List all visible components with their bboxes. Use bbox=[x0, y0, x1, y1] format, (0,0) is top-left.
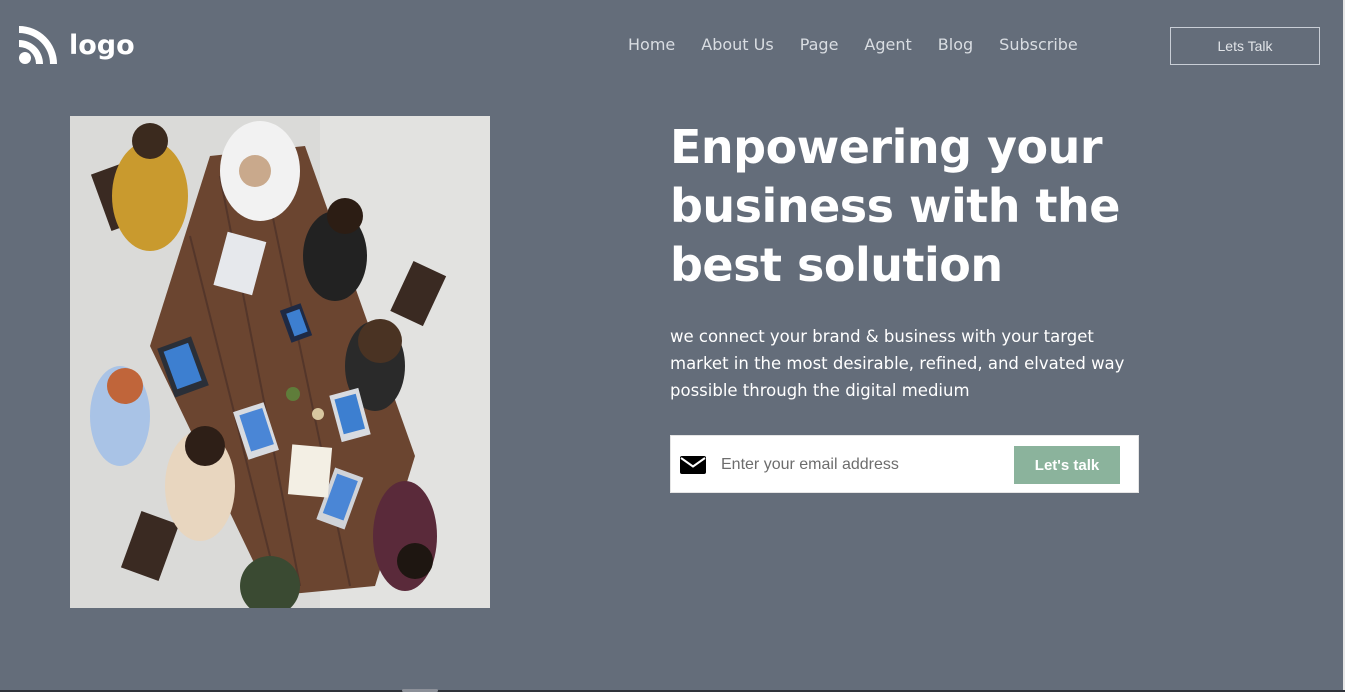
envelope-icon bbox=[680, 456, 706, 474]
wifi-arc-logo-icon bbox=[19, 26, 57, 64]
nav-agent[interactable]: Agent bbox=[864, 35, 911, 55]
team-meeting-photo bbox=[70, 116, 490, 608]
team-meeting-illustration bbox=[70, 116, 490, 608]
lets-talk-submit-button[interactable]: Let's talk bbox=[1014, 446, 1120, 484]
email-input[interactable] bbox=[721, 452, 1001, 478]
lets-talk-header-button[interactable]: Lets Talk bbox=[1170, 27, 1320, 65]
main-nav: Home About Us Page Agent Blog Subscribe bbox=[628, 35, 1078, 55]
nav-page[interactable]: Page bbox=[800, 35, 839, 55]
hero-headline: Enpowering your business with the best s… bbox=[670, 120, 1121, 292]
hero-subtext: we connect your brand & business with yo… bbox=[670, 327, 1125, 400]
nav-about-us[interactable]: About Us bbox=[701, 35, 773, 55]
nav-home[interactable]: Home bbox=[628, 35, 675, 55]
nav-subscribe[interactable]: Subscribe bbox=[999, 35, 1078, 55]
nav-blog[interactable]: Blog bbox=[938, 35, 973, 55]
logo[interactable]: logo bbox=[19, 26, 135, 64]
logo-text: logo bbox=[69, 29, 135, 61]
email-signup-form: Let's talk bbox=[670, 435, 1139, 493]
